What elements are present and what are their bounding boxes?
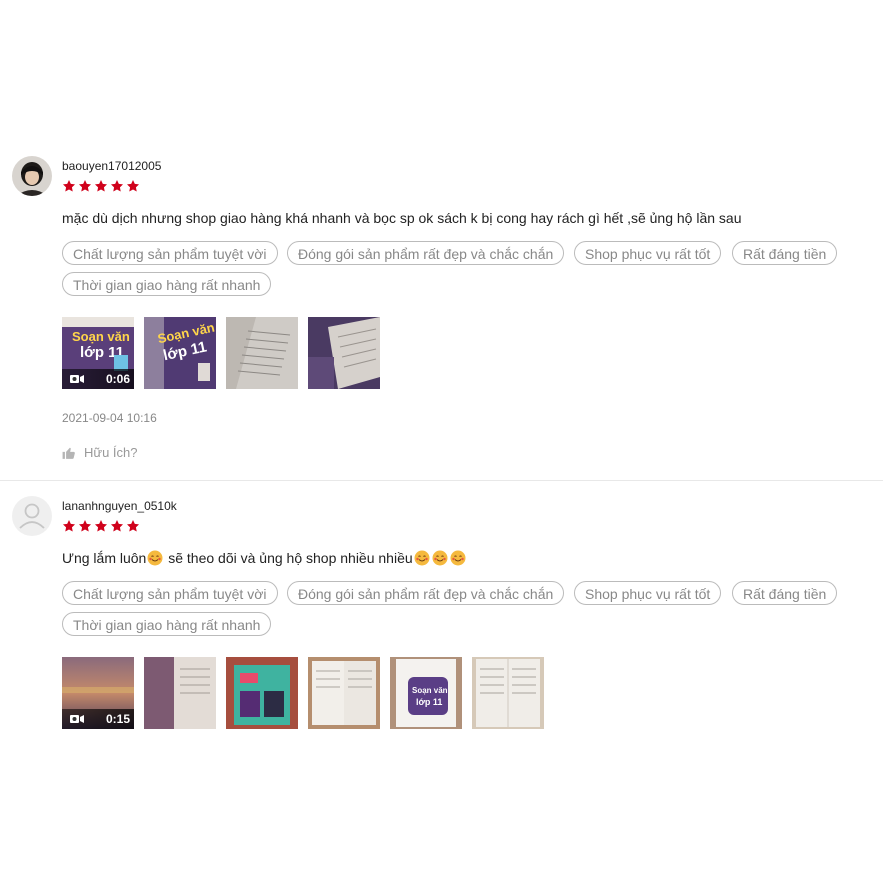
review-tag: Đóng gói sản phẩm rất đẹp và chắc chắn <box>287 581 565 605</box>
smiling-face-with-hearts-emoji <box>432 550 448 566</box>
review-tag: Rất đáng tiền <box>732 581 838 605</box>
review-image-thumbnail[interactable] <box>144 657 216 729</box>
reviewer-username[interactable]: baouyen17012005 <box>62 159 161 173</box>
review-video-thumbnail[interactable]: 0:15 <box>62 657 134 729</box>
review-comment: mặc dù dịch nhưng shop giao hàng khá nha… <box>62 210 742 226</box>
review-tag: Thời gian giao hàng rất nhanh <box>62 612 272 636</box>
review-image-thumbnail[interactable] <box>308 657 380 729</box>
review-image-thumbnail[interactable]: Soạn văn lớp 11 <box>390 657 462 729</box>
star-icon <box>62 520 76 532</box>
comment-text: sẽ theo dõi và ủng hộ shop nhiều nhiều <box>164 550 413 566</box>
video-camera-icon <box>70 715 84 723</box>
svg-text:Soạn văn: Soạn văn <box>72 329 130 344</box>
star-rating <box>62 179 140 193</box>
video-duration: 0:15 <box>105 712 130 726</box>
star-icon <box>78 180 92 192</box>
review-tag: Rất đáng tiền <box>732 241 838 265</box>
review-tag: Đóng gói sản phẩm rất đẹp và chắc chắn <box>287 241 565 265</box>
star-icon <box>94 180 108 192</box>
review-comment: Ưng lắm luôn sẽ theo dõi và ủng hộ shop … <box>62 550 467 566</box>
video-overlay: 0:06 <box>62 369 134 389</box>
helpful-button[interactable]: Hữu Ích? <box>62 445 138 460</box>
video-overlay: 0:15 <box>62 709 134 729</box>
star-icon <box>94 520 108 532</box>
svg-text:Soạn văn: Soạn văn <box>412 686 448 695</box>
video-duration: 0:06 <box>105 372 130 386</box>
review-tag: Chất lượng sản phẩm tuyệt vời <box>62 241 278 265</box>
star-rating <box>62 519 140 533</box>
review-tag: Shop phục vụ rất tốt <box>574 581 722 605</box>
avatar[interactable] <box>12 156 52 196</box>
review-image-thumbnail[interactable] <box>226 317 298 389</box>
comment-text: Ưng lắm luôn <box>62 550 147 566</box>
star-icon <box>62 180 76 192</box>
reviewer-username[interactable]: lananhnguyen_0510k <box>62 499 177 513</box>
star-icon <box>78 520 92 532</box>
helpful-label: Hữu Ích? <box>84 445 138 460</box>
star-icon <box>110 180 124 192</box>
review-tag: Thời gian giao hàng rất nhanh <box>62 272 272 296</box>
review-video-thumbnail[interactable]: Soạn văn lớp 11 0:06 <box>62 317 134 389</box>
star-icon <box>110 520 124 532</box>
smiling-face-with-hearts-emoji <box>414 550 430 566</box>
review-divider <box>0 480 883 481</box>
star-icon <box>126 520 140 532</box>
review-tag: Shop phục vụ rất tốt <box>574 241 722 265</box>
review-datetime: 2021-09-04 10:16 <box>62 411 157 425</box>
smiling-face-with-hearts-emoji <box>450 550 466 566</box>
svg-text:lớp 11: lớp 11 <box>416 697 442 707</box>
review-image-thumbnail[interactable] <box>472 657 544 729</box>
smiling-face-with-hearts-emoji <box>147 550 163 566</box>
review-image-thumbnail[interactable]: Soạn văn lớp 11 <box>144 317 216 389</box>
default-avatar-icon[interactable] <box>12 496 52 536</box>
review-image-thumbnail[interactable] <box>308 317 380 389</box>
thumbs-up-icon <box>62 447 75 459</box>
review-tag: Chất lượng sản phẩm tuyệt vời <box>62 581 278 605</box>
star-icon <box>126 180 140 192</box>
review-image-thumbnail[interactable] <box>226 657 298 729</box>
video-camera-icon <box>70 375 84 383</box>
